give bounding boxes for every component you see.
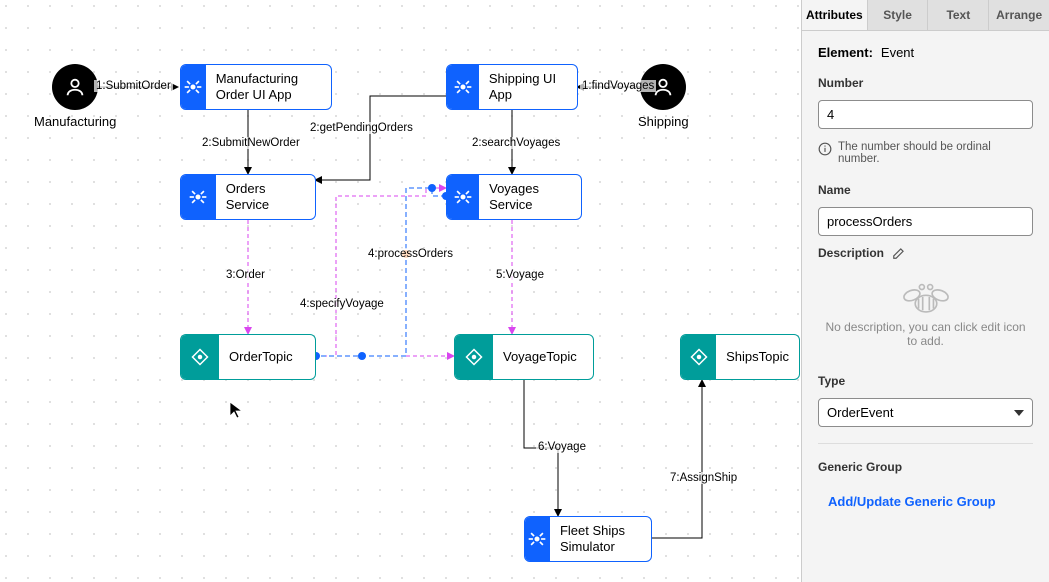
edge-label[interactable]: 4:processOrders xyxy=(366,248,455,260)
topic-icon xyxy=(455,335,493,379)
description-empty: No description, you can click edit icon … xyxy=(818,270,1033,358)
element-value: Event xyxy=(881,45,914,60)
edge-label[interactable]: 7:AssignShip xyxy=(668,472,739,484)
actor-label: Manufacturing xyxy=(34,114,116,129)
node-label: ShipsTopic xyxy=(716,335,799,379)
cursor-icon xyxy=(229,401,245,421)
number-input[interactable] xyxy=(818,100,1033,129)
api-icon xyxy=(181,65,206,109)
user-icon xyxy=(52,64,98,110)
panel-tabs: Attributes Style Text Arrange xyxy=(802,0,1049,31)
number-label: Number xyxy=(818,76,1033,90)
node-label: Orders Service xyxy=(216,175,315,219)
type-label: Type xyxy=(818,374,1033,388)
edge-label[interactable]: 2:getPendingOrders xyxy=(308,122,415,134)
node-voyage-topic[interactable]: VoyageTopic xyxy=(454,334,594,380)
actor-label: Shipping xyxy=(638,114,689,129)
edge-label[interactable]: 1:SubmitOrder xyxy=(94,80,173,92)
generic-group-label: Generic Group xyxy=(818,460,1033,474)
tab-style[interactable]: Style xyxy=(868,0,929,30)
api-icon xyxy=(181,175,216,219)
api-icon xyxy=(447,175,479,219)
edge-label[interactable]: 2:searchVoyages xyxy=(470,137,562,149)
tab-attributes[interactable]: Attributes xyxy=(802,0,868,30)
number-hint: The number should be ordinal number. xyxy=(818,139,1033,167)
edge-label[interactable]: 1:findVoyages xyxy=(580,80,656,92)
edge-label[interactable]: 4:specifyVoyage xyxy=(298,298,386,310)
node-manufacturing-ui[interactable]: Manufacturing Order UI App xyxy=(180,64,332,110)
generic-group-action[interactable]: Add/Update Generic Group xyxy=(818,484,1033,519)
element-label: Element: xyxy=(818,45,873,60)
node-voyages-service[interactable]: Voyages Service xyxy=(446,174,582,220)
chevron-down-icon xyxy=(1014,410,1024,416)
node-order-topic[interactable]: OrderTopic xyxy=(180,334,316,380)
node-fleet-simulator[interactable]: Fleet Ships Simulator xyxy=(524,516,652,562)
tab-text[interactable]: Text xyxy=(928,0,989,30)
api-icon xyxy=(525,517,550,561)
actor-manufacturing[interactable]: Manufacturing xyxy=(34,64,116,129)
topic-icon xyxy=(681,335,716,379)
description-label: Description xyxy=(818,246,884,260)
actor-shipping[interactable]: Shipping xyxy=(638,64,689,129)
name-input[interactable] xyxy=(818,207,1033,236)
info-icon xyxy=(818,142,832,156)
edge-label[interactable]: 3:Order xyxy=(224,269,267,281)
node-ships-topic[interactable]: ShipsTopic xyxy=(680,334,800,380)
node-label: Voyages Service xyxy=(479,175,581,219)
node-label: OrderTopic xyxy=(219,335,303,379)
node-label: Manufacturing Order UI App xyxy=(206,65,331,109)
diagram-canvas[interactable]: Manufacturing Shipping Manufacturing Ord… xyxy=(0,0,801,582)
edge-label[interactable]: 2:SubmitNewOrder xyxy=(200,137,302,149)
edit-icon[interactable] xyxy=(892,246,906,260)
api-icon xyxy=(447,65,479,109)
bee-icon xyxy=(897,280,955,314)
edge-label[interactable]: 5:Voyage xyxy=(494,269,546,281)
node-label: Shipping UI App xyxy=(479,65,577,109)
node-orders-service[interactable]: Orders Service xyxy=(180,174,316,220)
node-shipping-ui[interactable]: Shipping UI App xyxy=(446,64,578,110)
topic-icon xyxy=(181,335,219,379)
type-select[interactable]: OrderEvent xyxy=(818,398,1033,427)
name-label: Name xyxy=(818,183,1033,197)
element-row: Element: Event xyxy=(818,45,1033,60)
tab-arrange[interactable]: Arrange xyxy=(989,0,1049,30)
type-value: OrderEvent xyxy=(827,405,893,420)
node-label: VoyageTopic xyxy=(493,335,587,379)
node-label: Fleet Ships Simulator xyxy=(550,517,651,561)
properties-panel: Attributes Style Text Arrange Element: E… xyxy=(801,0,1049,582)
edge-label[interactable]: 6:Voyage xyxy=(536,441,588,453)
